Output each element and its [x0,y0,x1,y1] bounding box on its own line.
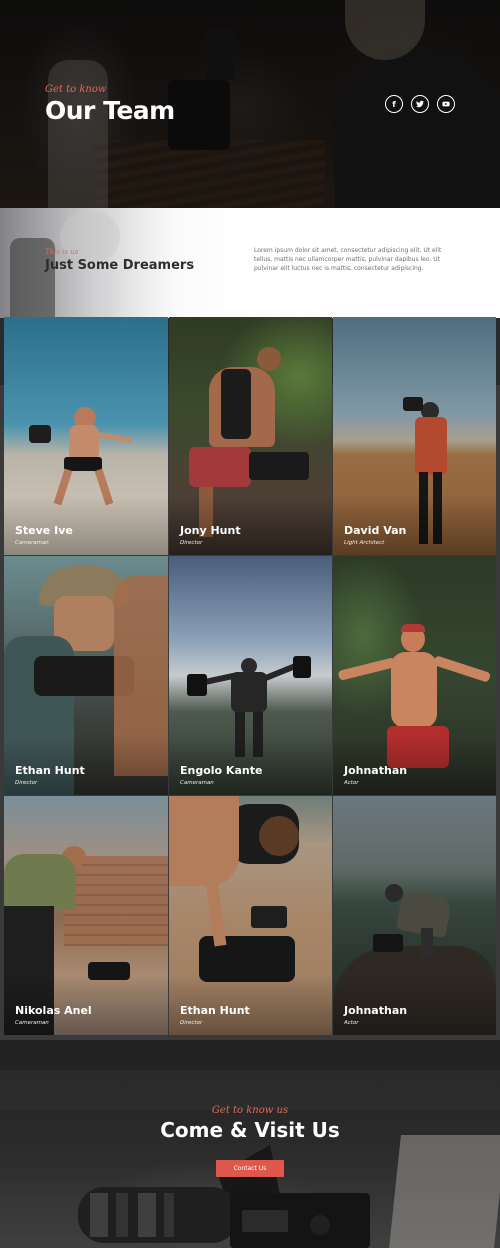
team-role: Director [180,540,203,546]
team-card[interactable]: Ethan Hunt Director [169,796,332,1035]
intro-title: Just Some Dreamers [45,258,195,273]
facebook-icon: f [392,99,396,109]
team-role: Cameraman [15,1020,49,1026]
hero-eyebrow: Get to know [45,84,107,95]
intro-text: Lorem ipsum dolor sit amet, consectetur … [254,247,442,272]
hero-section: Get to know Our Team f [0,0,500,208]
team-photo [257,347,281,371]
contact-us-button[interactable]: Contact Us [216,1160,284,1177]
team-card[interactable]: David Van Light Architect [333,317,496,555]
team-role: Actor [344,780,359,786]
team-card[interactable]: Engolo Kante Cameraman [169,556,332,795]
team-name: David Van [344,524,407,537]
cta-title: Come & Visit Us [160,1118,340,1142]
team-card[interactable]: Johnathan Actor [333,556,496,795]
team-name: Jony Hunt [180,524,241,537]
team-name: Johnathan [344,764,408,777]
team-role: Light Architect [344,540,385,546]
team-card[interactable]: Steve Ive Cameraman [4,317,168,555]
team-card[interactable]: Nikolas Anel Cameraman [4,796,168,1035]
intro-section: This is us Just Some Dreamers Lorem ipsu… [0,208,500,318]
twitter-link[interactable] [411,95,429,113]
team-card[interactable]: Johnathan Actor [333,796,496,1035]
youtube-link[interactable] [437,95,455,113]
team-card[interactable]: Ethan Hunt Director [4,556,168,795]
team-role: Cameraman [15,540,49,546]
team-role: Director [180,1020,203,1026]
page-title: Our Team [45,96,175,125]
twitter-icon [416,100,424,108]
team-name: Steve Ive [15,524,73,537]
cta-eyebrow: Get to know us [211,1105,289,1116]
team-name: Engolo Kante [180,764,263,777]
team-card[interactable]: Jony Hunt Director [169,317,332,555]
team-role: Director [15,780,38,786]
youtube-icon [442,101,450,107]
team-name: Johnathan [344,1004,408,1017]
team-role: Actor [344,1020,359,1026]
team-grid: Steve Ive Cameraman Jony Hunt Director D… [4,317,496,1035]
intro-eyebrow: This is us [45,248,79,256]
facebook-link[interactable]: f [385,95,403,113]
team-photo [385,884,403,902]
contact-section: Get to know us Come & Visit Us Contact U… [0,1040,500,1248]
team-name: Nikolas Anel [15,1004,92,1017]
team-name: Ethan Hunt [15,764,85,777]
team-role: Cameraman [180,780,214,786]
team-name: Ethan Hunt [180,1004,250,1017]
